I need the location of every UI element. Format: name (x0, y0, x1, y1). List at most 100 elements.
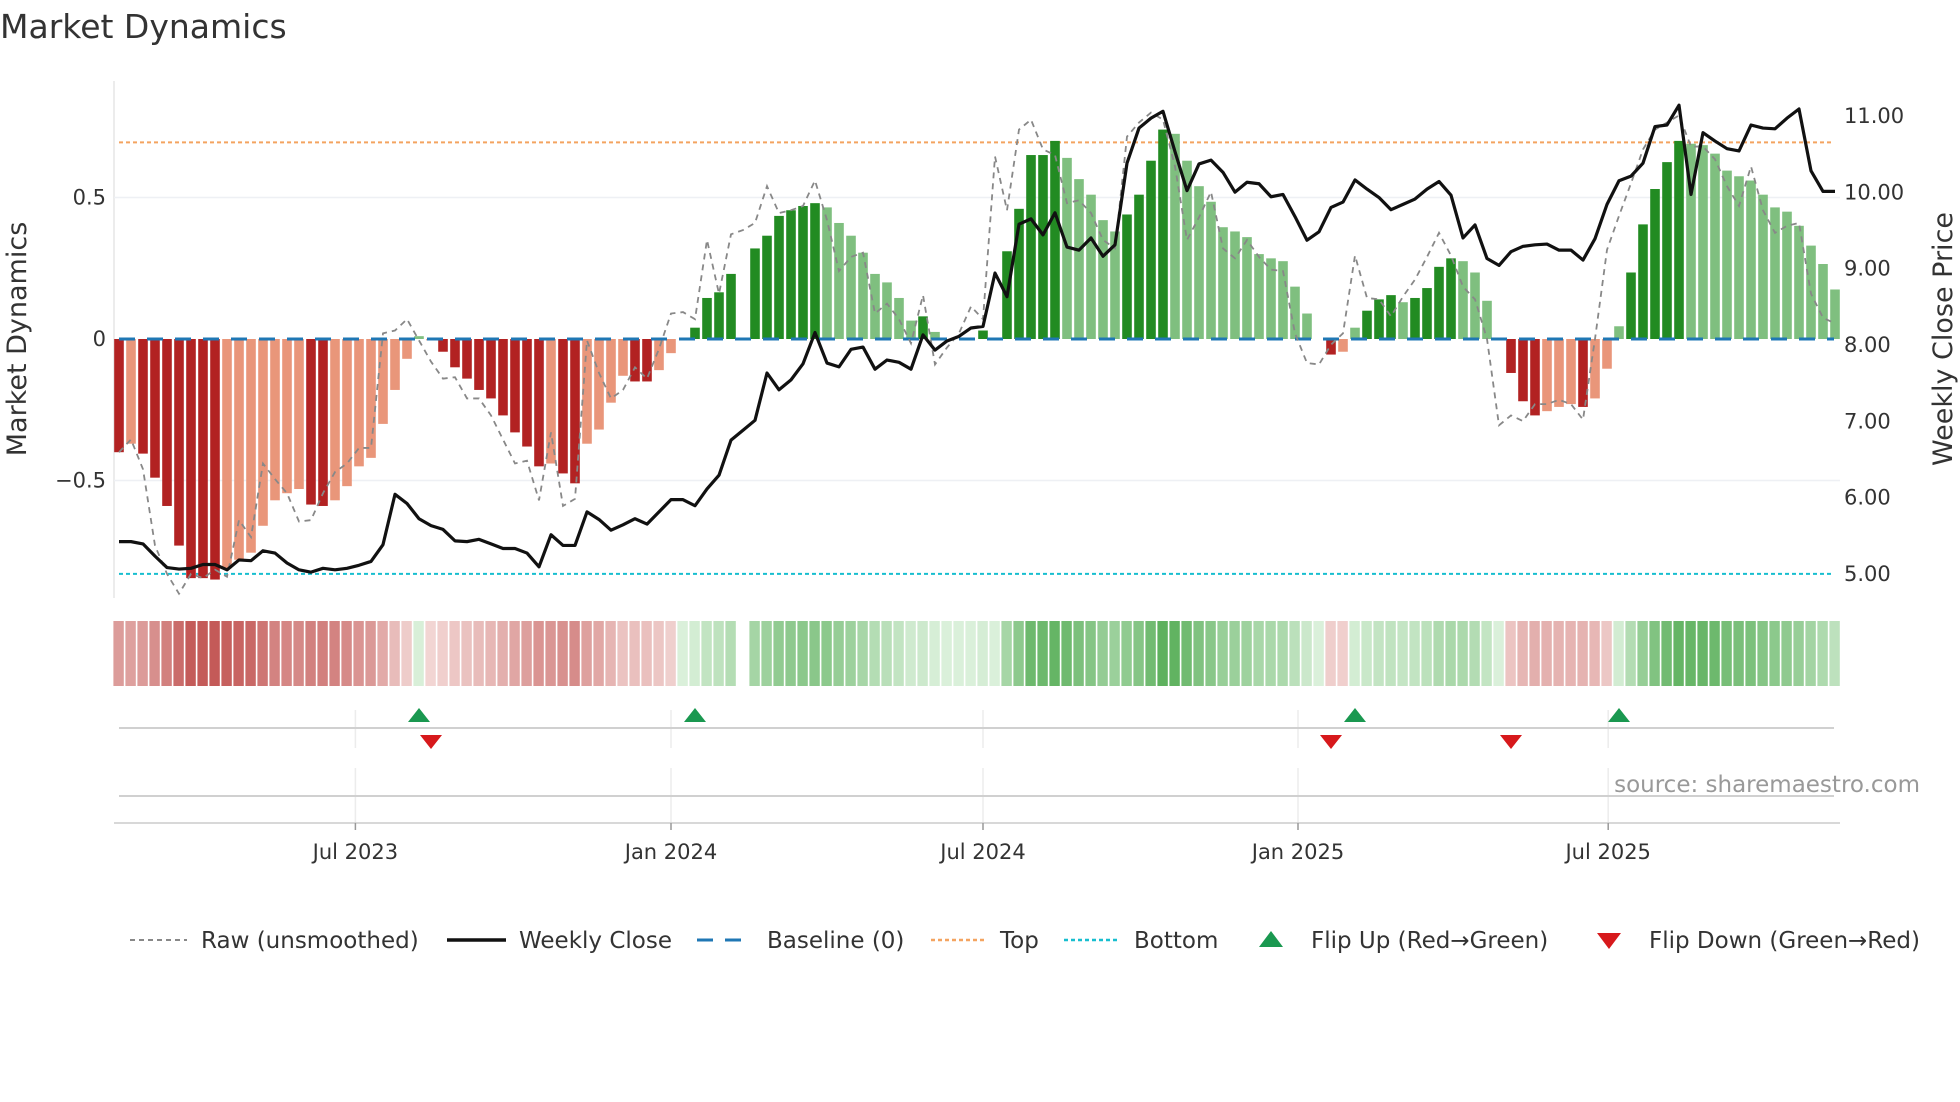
strip-cell (1769, 621, 1780, 686)
dynamics-bar (1638, 224, 1648, 339)
legend-item-flip-up: Flip Up (Red→Green) (1259, 928, 1548, 954)
strip-cell (893, 621, 904, 686)
legend-label: Raw (unsmoothed) (201, 928, 419, 954)
strip-cell (1625, 621, 1636, 686)
dynamics-bar (1746, 180, 1756, 339)
x-tick-label: Jul 2025 (1563, 840, 1650, 864)
x-tick-label: Jan 2024 (623, 840, 718, 864)
dynamics-bar (690, 327, 700, 339)
dynamics-bar (414, 336, 424, 339)
dynamics-bar (558, 339, 568, 474)
dynamics-bar (1122, 214, 1132, 339)
dynamics-bar (1602, 339, 1612, 369)
strip-cell (401, 621, 412, 686)
strip-cell (281, 621, 292, 686)
dynamics-bar (786, 210, 796, 339)
x-tick-label: Jul 2023 (311, 840, 398, 864)
strip-cell (1109, 621, 1120, 686)
left-tick-label: 0 (93, 327, 106, 351)
dynamics-bar (870, 273, 880, 339)
strip-cell (905, 621, 916, 686)
strip-cell (965, 621, 976, 686)
strip-cell (341, 621, 352, 686)
strip-cell (653, 621, 664, 686)
dynamics-bar (594, 339, 604, 430)
strip-cell (1649, 621, 1660, 686)
dynamics-bar (270, 339, 280, 501)
strip-cell (1781, 621, 1792, 686)
strip-cell (989, 621, 1000, 686)
strip-cell (1373, 621, 1384, 686)
dynamics-bar (486, 339, 496, 399)
strip-cell (425, 621, 436, 686)
strip-cell (1421, 621, 1432, 686)
right-tick-label: 7.00 (1844, 409, 1891, 433)
strip-cell (761, 621, 772, 686)
dynamics-bar (726, 273, 736, 339)
strip-cell (1589, 621, 1600, 686)
strip-cell (869, 621, 880, 686)
strip-cell (1685, 621, 1696, 686)
legend-label: Flip Down (Green→Red) (1649, 928, 1920, 954)
flip-down-marker (420, 735, 442, 749)
strip-cell (557, 621, 568, 686)
strip-cell (833, 621, 844, 686)
strip-cell (881, 621, 892, 686)
strip-cell (1445, 621, 1456, 686)
strip-cell (533, 621, 544, 686)
strip-cell (701, 621, 712, 686)
dynamics-bar (666, 339, 676, 354)
chart-title: Market Dynamics (0, 7, 287, 46)
strip-cell (461, 621, 472, 686)
dynamics-bar (1506, 339, 1516, 373)
dynamics-bar (126, 339, 136, 444)
legend-label: Bottom (1134, 928, 1218, 954)
strip-cell (1169, 621, 1180, 686)
strip-cell (785, 621, 796, 686)
flip-down-marker (1500, 735, 1522, 749)
regime-strip (113, 621, 1840, 686)
dynamics-bar (1722, 170, 1732, 339)
dynamics-bar (378, 339, 388, 424)
strip-cell (1601, 621, 1612, 686)
strip-cell (1049, 621, 1060, 686)
dynamics-bar (1650, 189, 1660, 339)
dynamics-bar (1074, 179, 1084, 339)
legend-item-flip-down: Flip Down (Green→Red) (1597, 928, 1920, 954)
dynamics-bar (222, 339, 232, 569)
strip-cell (1481, 621, 1492, 686)
strip-cell (1385, 621, 1396, 686)
dynamics-bar (1734, 176, 1744, 339)
strip-cell (1121, 621, 1132, 686)
strip-cell (545, 621, 556, 686)
dynamics-bar (1242, 237, 1252, 339)
flip-up-marker (1608, 708, 1630, 722)
strip-cell (1529, 621, 1540, 686)
strip-cell (1313, 621, 1324, 686)
dynamics-bar (1422, 288, 1432, 339)
dynamics-bar (1482, 300, 1492, 339)
dynamics-bar (1254, 254, 1264, 339)
dynamics-bar (1578, 339, 1588, 407)
strip-cell (269, 621, 280, 686)
strip-cell (1025, 621, 1036, 686)
strip-cell (1613, 621, 1624, 686)
strip-cell (1061, 621, 1072, 686)
raw-line-group (118, 111, 1836, 596)
dynamics-bar (1710, 153, 1720, 339)
dynamics-bar (1542, 339, 1552, 412)
legend-label: Baseline (0) (767, 928, 904, 954)
strip-cell (1277, 621, 1288, 686)
dynamics-bar (258, 339, 268, 526)
dynamics-bar (1830, 289, 1840, 339)
dynamics-bar (1446, 258, 1456, 339)
dynamics-bar (210, 339, 220, 580)
left-tick-label: 0.5 (73, 186, 106, 210)
strip-cell (1553, 621, 1564, 686)
dynamics-bar (618, 339, 628, 376)
dynamics-bar (1458, 261, 1468, 339)
strip-cell (1745, 621, 1756, 686)
dynamics-bar (174, 339, 184, 546)
right-tick-label: 10.00 (1844, 180, 1904, 204)
triangle-up-icon (1259, 931, 1283, 947)
